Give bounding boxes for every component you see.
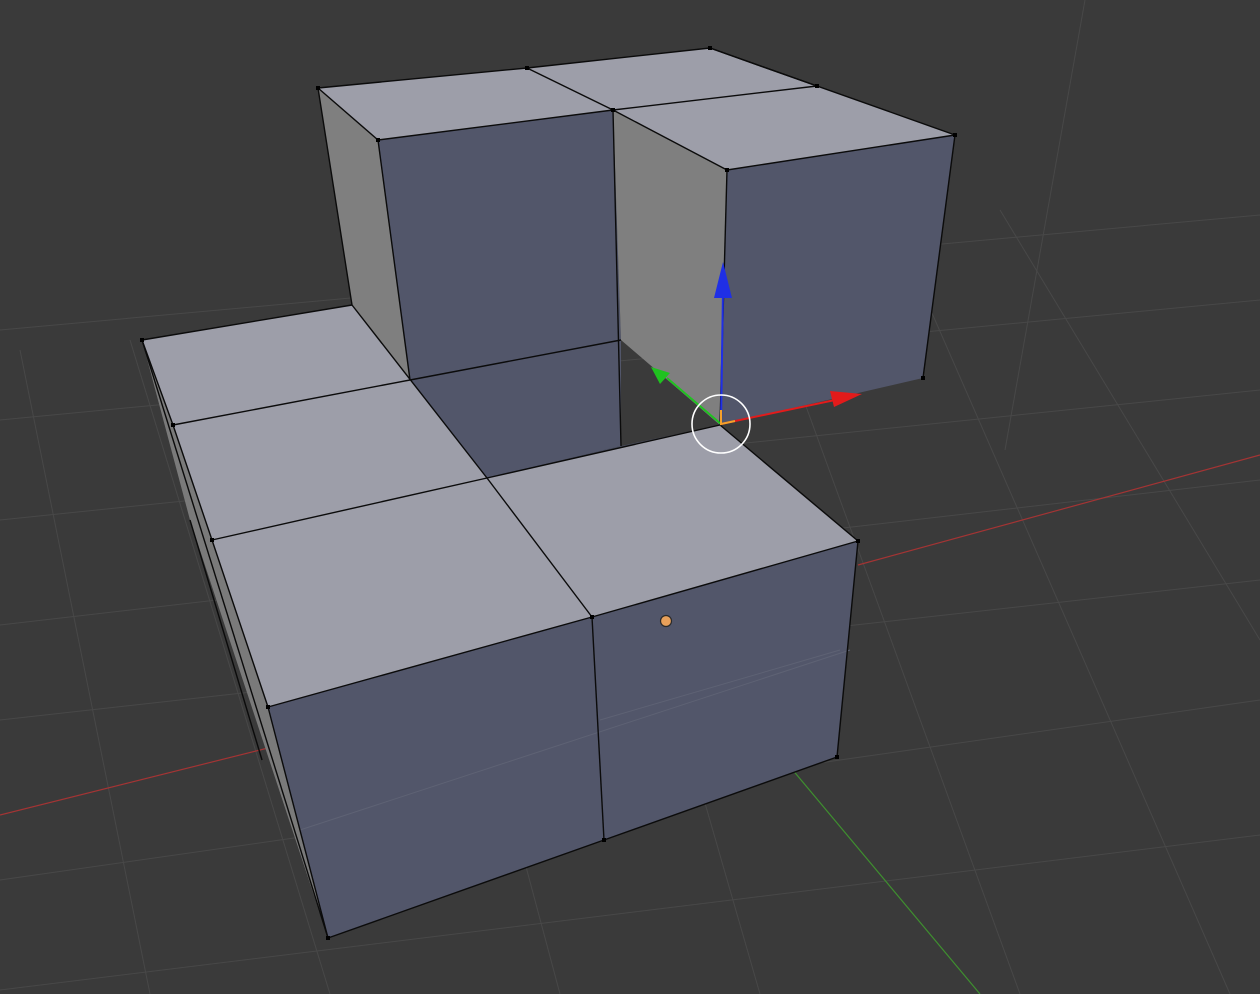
3d-viewport[interactable] xyxy=(0,0,1260,994)
back-left-cube-front-face[interactable] xyxy=(378,110,621,380)
viewport-canvas[interactable] xyxy=(0,0,1260,994)
object-origin-dot[interactable] xyxy=(659,614,673,628)
